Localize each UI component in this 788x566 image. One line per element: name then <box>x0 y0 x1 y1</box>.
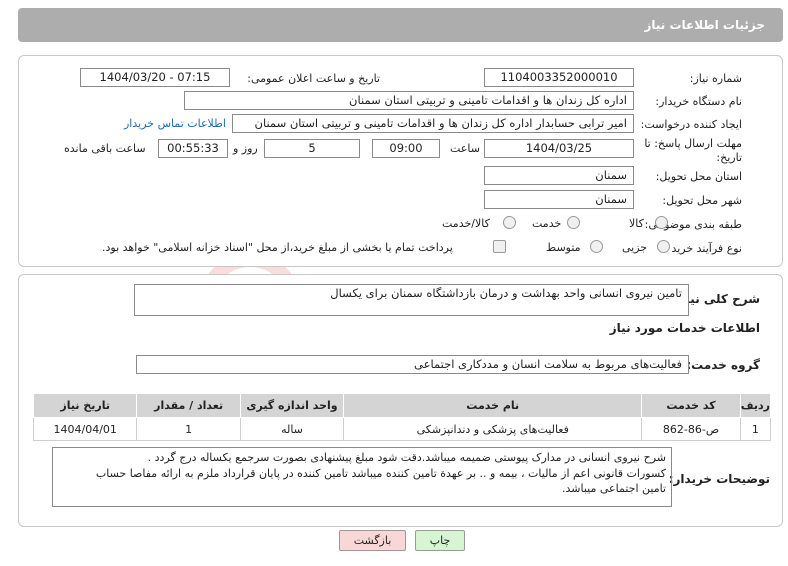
col-row-number: ردیف <box>739 393 772 418</box>
remaining-time-field: 00:55:33 <box>158 139 228 158</box>
creator-label: ایجاد کننده درخواست: <box>640 118 742 131</box>
page-header: جزئیات اطلاعات نیاز <box>18 8 783 42</box>
col-service-code: کد خدمت <box>641 393 741 418</box>
need-summary-field: تامین نیروی انسانی واحد بهداشت و درمان ب… <box>134 284 689 316</box>
category-radio-goods[interactable] <box>655 216 668 229</box>
cell-service-name: فعالیت‌های پزشکی و دندانپزشکی <box>343 417 643 441</box>
category-option-service: خدمت <box>532 217 562 230</box>
city-field: سمنان <box>484 190 634 209</box>
creator-field: امیر ترابی حسابدار اداره کل زندان ها و ا… <box>232 114 634 133</box>
process-radio-minor[interactable] <box>657 240 670 253</box>
city-label: شهر محل تحویل: <box>662 194 742 207</box>
deadline-date-label: تاریخ: <box>716 151 742 164</box>
services-section-title: اطلاعات خدمات مورد نیاز <box>609 321 760 335</box>
province-label: استان محل تحویل: <box>655 170 742 183</box>
category-radio-goods-service[interactable] <box>503 216 516 229</box>
service-group-label: گروه خدمت: <box>686 358 760 372</box>
col-unit: واحد اندازه گیری <box>239 393 345 418</box>
province-field: سمنان <box>484 166 634 185</box>
remaining-time-label: ساعت باقی مانده <box>64 142 146 155</box>
deadline-time-label: ساعت <box>450 142 480 155</box>
process-type-label: نوع فرآیند خرید : <box>664 242 742 255</box>
cell-unit: ساله <box>239 417 345 441</box>
cell-need-date: 1404/04/01 <box>32 417 138 441</box>
category-option-goods: کالا <box>629 217 644 230</box>
cell-quantity: 1 <box>136 417 241 441</box>
announce-datetime-label: تاریخ و ساعت اعلان عمومی: <box>247 72 380 85</box>
deadline-label: مهلت ارسال پاسخ: تا <box>644 137 742 150</box>
col-need-date: تاریخ نیاز <box>32 393 138 418</box>
services-table: ردیف کد خدمت نام خدمت واحد اندازه گیری ت… <box>32 393 772 441</box>
buyer-notes-field: شرح نیروی انسانی در مدارک پیوستی ضمیمه م… <box>52 447 672 507</box>
table-row: 1 ص-86-862 فعالیت‌های پزشکی و دندانپزشکی… <box>32 417 772 441</box>
buyer-notes-label: توضیحات خریدار: <box>668 472 770 486</box>
process-option-medium: متوسط <box>546 241 581 254</box>
days-remaining-field: 5 <box>264 139 360 158</box>
category-radio-service[interactable] <box>567 216 580 229</box>
process-option-minor: جزیی <box>622 241 648 254</box>
treasury-payment-checkbox[interactable] <box>493 240 506 253</box>
announce-datetime-field: 1404/03/20 - 07:15 <box>80 68 230 87</box>
deadline-date-field: 1404/03/25 <box>484 139 634 158</box>
cell-row-number: 1 <box>739 417 772 441</box>
process-radio-medium[interactable] <box>590 240 603 253</box>
buyer-org-label: نام دستگاه خریدار: <box>655 95 742 108</box>
need-number-field: 1104003352000010 <box>484 68 634 87</box>
deadline-time-field: 09:00 <box>372 139 440 158</box>
buyer-contact-link[interactable]: اطلاعات تماس خریدار <box>124 117 226 130</box>
back-button[interactable]: بازگشت <box>339 530 406 551</box>
col-quantity: تعداد / مقدار <box>136 393 241 418</box>
buyer-org-field: اداره کل زندان ها و اقدامات تامینی و ترب… <box>184 91 634 110</box>
treasury-payment-note: پرداخت تمام یا بخشی از مبلغ خرید،از محل … <box>102 241 453 254</box>
need-number-label: شماره نیاز: <box>689 72 742 85</box>
buyer-notes-line: کسورات قانونی اعم از مالیات ، بیمه و .. … <box>95 466 666 480</box>
days-label: روز و <box>233 142 258 155</box>
print-button[interactable]: چاپ <box>415 530 465 551</box>
page-title: جزئیات اطلاعات نیاز <box>644 18 765 32</box>
cell-service-code: ص-86-862 <box>641 417 741 441</box>
buyer-notes-line: شرح نیروی انسانی در مدارک پیوستی ضمیمه م… <box>147 451 666 464</box>
services-table-header: ردیف کد خدمت نام خدمت واحد اندازه گیری ت… <box>32 393 772 418</box>
service-group-field: فعالیت‌های مربوط به سلامت انسان و مددکار… <box>136 355 689 374</box>
col-service-name: نام خدمت <box>343 393 643 418</box>
category-option-goods-service: کالا/خدمت <box>442 217 490 230</box>
buyer-notes-line: تامین اجتماعی میباشد. <box>562 482 666 495</box>
